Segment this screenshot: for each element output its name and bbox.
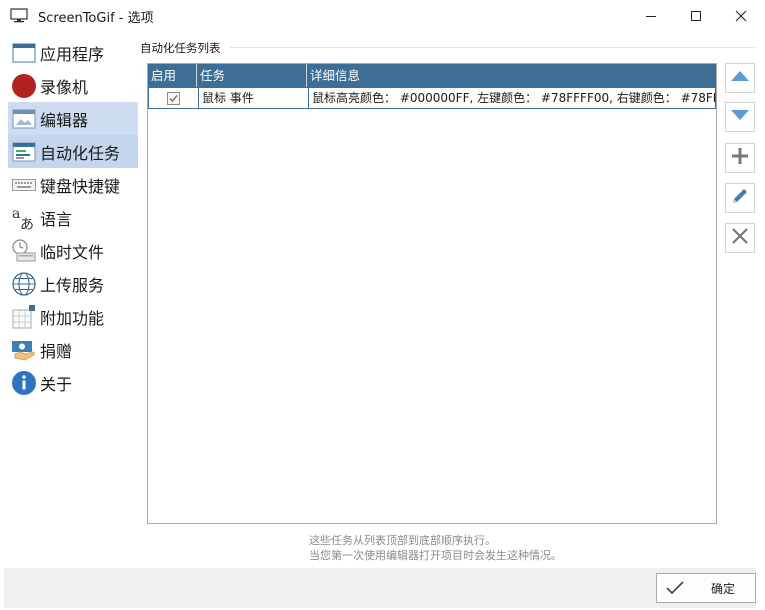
- maximize-button[interactable]: [673, 0, 719, 32]
- minimize-button[interactable]: [628, 0, 674, 32]
- tasks-table[interactable]: 启用 任务 详细信息 鼠标 事件 鼠标高亮颜色： #000000FF, 左键颜色…: [147, 63, 717, 524]
- delete-x-icon: [731, 227, 749, 249]
- hint-order: 这些任务从列表顶部到底部顺序执行。: [309, 534, 496, 547]
- pencil-icon: [730, 186, 750, 210]
- automated-tasks-icon: [11, 139, 37, 165]
- keyboard-icon: [11, 172, 37, 198]
- column-header-enabled[interactable]: 启用: [148, 64, 197, 87]
- move-up-button[interactable]: [725, 63, 755, 93]
- sidebar-item-extras[interactable]: 附加功能: [8, 300, 138, 333]
- column-header-details[interactable]: 详细信息: [307, 64, 716, 87]
- table-row[interactable]: 鼠标 事件 鼠标高亮颜色： #000000FF, 左键颜色： #78FFFF00…: [148, 87, 716, 109]
- ok-button[interactable]: 确定: [656, 573, 756, 603]
- svg-text:あ: あ: [20, 217, 34, 231]
- sidebar-item-automated-tasks[interactable]: 自动化任务: [8, 135, 138, 168]
- sidebar-item-application[interactable]: 应用程序: [8, 36, 138, 69]
- temp-files-icon: [11, 238, 37, 264]
- sidebar-item-temp-files[interactable]: 临时文件: [8, 234, 138, 267]
- sidebar-item-about[interactable]: 关于: [8, 366, 138, 399]
- ok-button-label: 确定: [711, 581, 736, 596]
- details-cell: 鼠标高亮颜色： #000000FF, 左键颜色： #78FFFF00, 右键颜色…: [308, 88, 715, 108]
- language-icon: aあ: [11, 205, 37, 231]
- sidebar-item-editor[interactable]: 编辑器: [8, 102, 138, 135]
- sidebar-item-language[interactable]: aあ 语言: [8, 201, 138, 234]
- window-title: ScreenToGif - 选项: [38, 11, 154, 26]
- globe-icon: [11, 271, 37, 297]
- remove-task-button[interactable]: [725, 223, 755, 253]
- sidebar-item-recorder[interactable]: 录像机: [8, 69, 138, 102]
- donate-icon: [11, 337, 37, 363]
- hint-trigger: 当您第一次使用编辑器打开项目时会发生这种情况。: [309, 549, 562, 562]
- enabled-checkbox[interactable]: [167, 91, 180, 105]
- sidebar: 应用程序 录像机 编辑器 自动化任务 键盘快捷键 aあ 语言 临时文件 上传服务…: [8, 36, 138, 399]
- column-header-task[interactable]: 任务: [197, 64, 307, 87]
- arrow-up-icon: [730, 69, 750, 87]
- editor-icon: [11, 106, 37, 132]
- sidebar-item-upload-services[interactable]: 上传服务: [8, 267, 138, 300]
- monitor-icon: [10, 8, 28, 24]
- close-button[interactable]: [718, 0, 764, 32]
- info-icon: [11, 370, 37, 396]
- arrow-down-icon: [730, 108, 750, 126]
- sidebar-item-keyboard-shortcuts[interactable]: 键盘快捷键: [8, 168, 138, 201]
- add-task-button[interactable]: [725, 143, 755, 173]
- move-down-button[interactable]: [725, 102, 755, 132]
- section-title: 自动化任务列表: [140, 41, 221, 55]
- title-bar: ScreenToGif - 选项: [0, 0, 765, 32]
- footer-bar: [4, 568, 756, 608]
- plus-icon: [731, 147, 749, 169]
- extras-icon: [11, 304, 37, 330]
- task-cell: 鼠标 事件: [198, 88, 308, 108]
- table-header: 启用 任务 详细信息: [148, 64, 716, 87]
- application-window-icon: [11, 40, 37, 66]
- enabled-cell: [149, 88, 198, 108]
- section-divider: [230, 47, 756, 48]
- recorder-icon: [11, 73, 37, 99]
- sidebar-item-donate[interactable]: 捐赠: [8, 333, 138, 366]
- edit-task-button[interactable]: [725, 183, 755, 213]
- checkmark-icon: [665, 578, 685, 598]
